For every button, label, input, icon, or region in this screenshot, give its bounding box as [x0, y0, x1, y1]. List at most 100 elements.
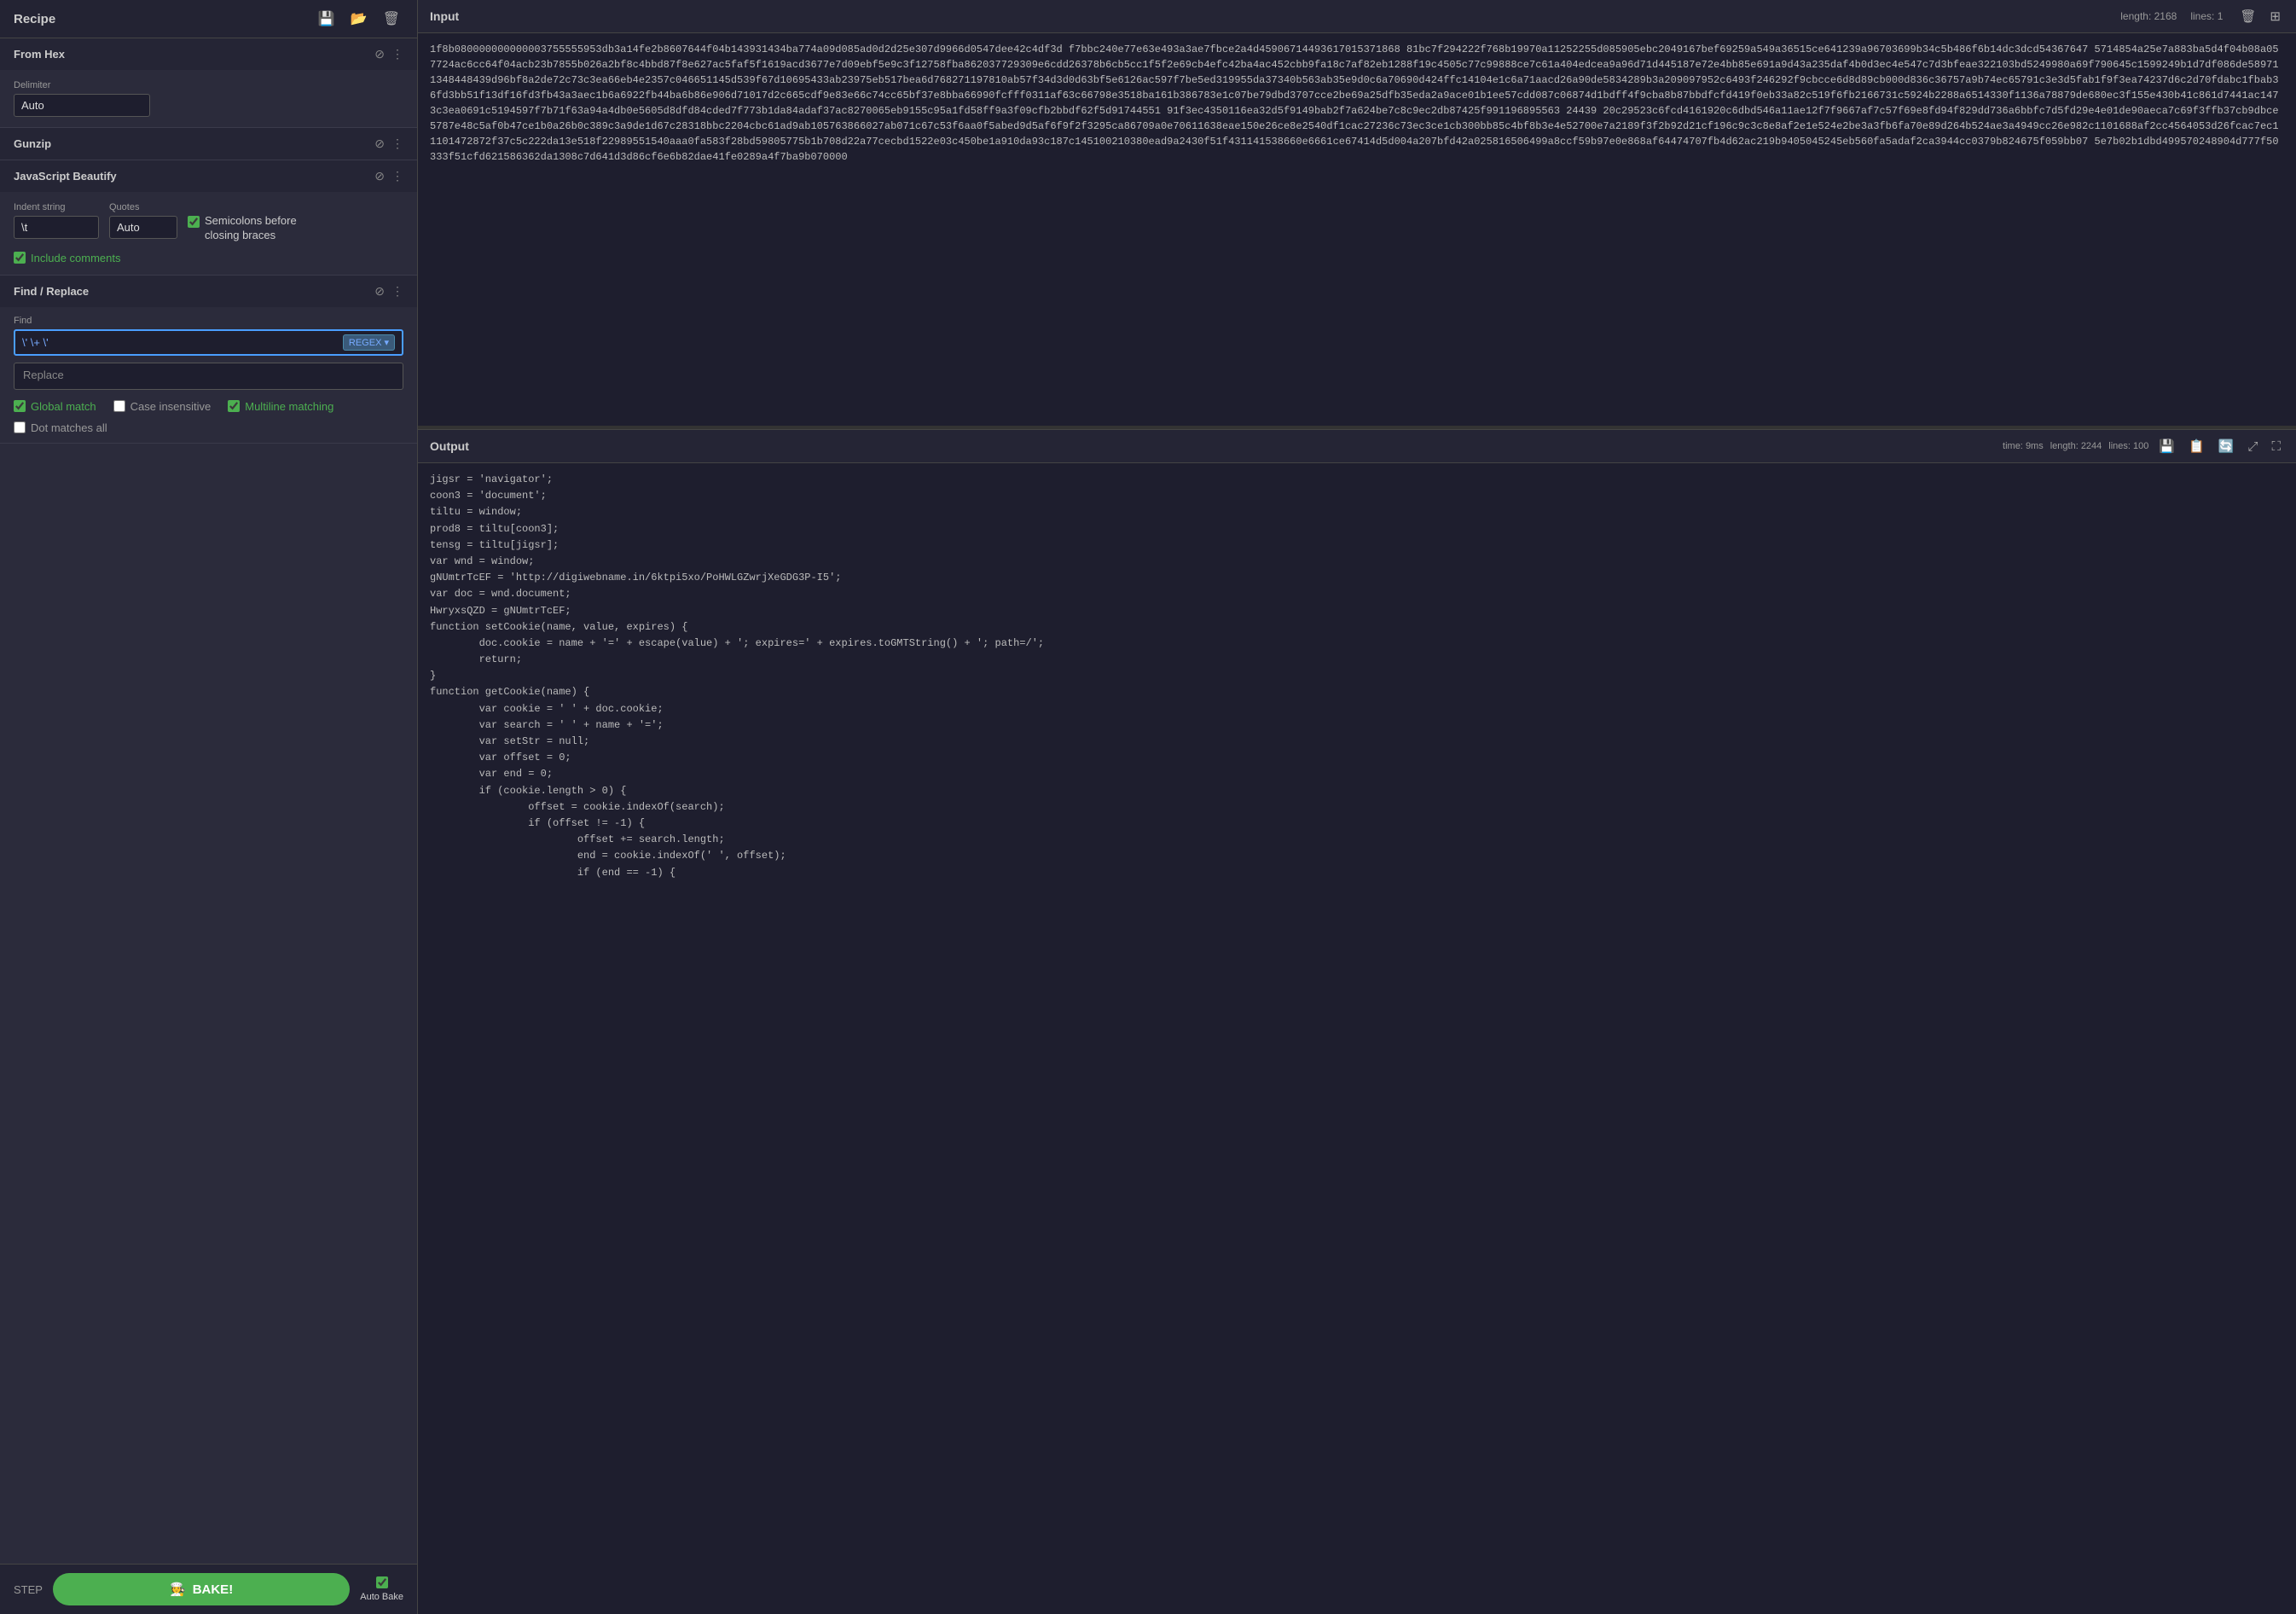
find-replace-menu-icon[interactable]: ⋮: [391, 284, 403, 299]
bake-button[interactable]: 🧑‍🍳 BAKE!: [53, 1573, 350, 1605]
global-match-label: Global match: [31, 400, 96, 413]
output-fullscreen-button[interactable]: ⛶: [2268, 437, 2284, 456]
semicolons-field: Semicolons before closing braces: [188, 202, 403, 243]
gunzip-section: Gunzip ⊘ ⋮: [0, 128, 417, 160]
auto-bake-checkbox[interactable]: [376, 1576, 388, 1588]
bake-label: BAKE!: [193, 1582, 234, 1597]
find-replace-header[interactable]: Find / Replace ⊘ ⋮: [0, 276, 417, 307]
left-panel: Recipe 💾 📂 🗑 From Hex ⊘ ⋮ Delimiter Gunz…: [0, 0, 418, 1614]
gunzip-menu-icon[interactable]: ⋮: [391, 136, 403, 151]
include-comments-label: Include comments: [31, 252, 121, 264]
global-match-checkbox[interactable]: [14, 400, 26, 412]
auto-bake-label: Auto Bake: [360, 1592, 403, 1602]
input-delete-button[interactable]: 🗑: [2236, 7, 2259, 26]
input-header: Input length: 2168 lines: 1 🗑 ⊞: [418, 0, 2296, 33]
find-replace-section: Find / Replace ⊘ ⋮ Find REGEX ▾ Replace …: [0, 276, 417, 444]
find-label: Find: [14, 316, 403, 326]
output-refresh-button[interactable]: 🔄: [2215, 437, 2238, 456]
find-replace-title: Find / Replace: [14, 285, 89, 298]
open-recipe-button[interactable]: 📂: [347, 9, 371, 29]
replace-box[interactable]: Replace: [14, 363, 403, 390]
options-row-2: Dot matches all: [14, 421, 403, 434]
output-copy-button[interactable]: 📋: [2185, 437, 2208, 456]
from-hex-header[interactable]: From Hex ⊘ ⋮: [0, 38, 417, 70]
find-input-row: REGEX ▾: [14, 329, 403, 356]
include-comments-item: Include comments: [14, 252, 403, 264]
disable-find-replace-icon[interactable]: ⊘: [374, 284, 385, 299]
find-replace-content: Find REGEX ▾ Replace Global match Case i…: [0, 307, 417, 443]
js-beautify-icons: ⊘ ⋮: [374, 169, 403, 183]
delete-recipe-button[interactable]: 🗑: [380, 9, 403, 29]
quotes-input[interactable]: [109, 216, 177, 239]
case-insensitive-checkbox[interactable]: [113, 400, 125, 412]
multiline-label: Multiline matching: [245, 400, 333, 413]
delimiter-field: Delimiter: [14, 80, 403, 117]
output-save-button[interactable]: 💾: [2155, 437, 2178, 456]
case-insensitive-item: Case insensitive: [113, 400, 212, 413]
js-beautify-section: JavaScript Beautify ⊘ ⋮ Indent string Qu…: [0, 160, 417, 276]
recipe-title: Recipe: [14, 12, 55, 26]
output-lines: lines: 100: [2108, 441, 2148, 451]
bake-icon: 🧑‍🍳: [170, 1582, 186, 1597]
output-length: length: 2244: [2050, 441, 2102, 451]
output-header: Output time: 9ms length: 2244 lines: 100…: [418, 429, 2296, 463]
output-header-icons: 💾 📋 🔄 ⤢ ⛶: [2155, 437, 2284, 456]
auto-bake-wrap: Auto Bake: [360, 1576, 403, 1602]
save-recipe-button[interactable]: 💾: [315, 9, 339, 29]
recipe-header-icons: 💾 📂 🗑: [315, 9, 403, 29]
recipe-header: Recipe 💾 📂 🗑: [0, 0, 417, 38]
input-area[interactable]: 1f8b080000000000003755555953db3a14fe2b86…: [418, 33, 2296, 426]
footer: STEP 🧑‍🍳 BAKE! Auto Bake: [0, 1564, 417, 1614]
delimiter-input[interactable]: [14, 94, 150, 117]
step-label: STEP: [14, 1583, 43, 1596]
multiline-checkbox[interactable]: [228, 400, 240, 412]
semicolons-checkbox[interactable]: [188, 216, 200, 228]
input-lines-label: lines: 1: [2190, 10, 2223, 22]
input-header-icons: 🗑 ⊞: [2236, 7, 2284, 26]
disable-js-beautify-icon[interactable]: ⊘: [374, 169, 385, 183]
input-length-label: length: 2168: [2120, 10, 2177, 22]
from-hex-icons: ⊘ ⋮: [374, 47, 403, 61]
input-title: Input: [430, 9, 459, 23]
js-beautify-header[interactable]: JavaScript Beautify ⊘ ⋮: [0, 160, 417, 192]
js-beautify-content: Indent string Quotes Semicolons before c…: [0, 192, 417, 275]
from-hex-menu-icon[interactable]: ⋮: [391, 47, 403, 61]
dot-matches-label: Dot matches all: [31, 421, 107, 434]
right-panel: Input length: 2168 lines: 1 🗑 ⊞ 1f8b0800…: [418, 0, 2296, 1614]
delimiter-label: Delimiter: [14, 80, 403, 90]
from-hex-content: Delimiter: [0, 70, 417, 127]
output-expand-button[interactable]: ⤢: [2244, 437, 2261, 456]
case-insensitive-label: Case insensitive: [130, 400, 212, 413]
include-comments-row: Include comments: [14, 252, 403, 264]
include-comments-checkbox[interactable]: [14, 252, 26, 264]
dot-matches-item: Dot matches all: [14, 421, 107, 434]
input-meta: length: 2168 lines: 1 🗑 ⊞: [2120, 7, 2284, 26]
input-grid-button[interactable]: ⊞: [2266, 7, 2284, 26]
beautify-options-row: Indent string Quotes Semicolons before c…: [14, 202, 403, 243]
regex-badge[interactable]: REGEX ▾: [343, 334, 395, 351]
options-row-1: Global match Case insensitive Multiline …: [14, 400, 403, 413]
output-area[interactable]: jigsr = 'navigator'; coon3 = 'document';…: [418, 463, 2296, 1614]
disable-gunzip-icon[interactable]: ⊘: [374, 136, 385, 151]
from-hex-title: From Hex: [14, 48, 65, 61]
indent-string-input[interactable]: [14, 216, 99, 239]
gunzip-icons: ⊘ ⋮: [374, 136, 403, 151]
js-beautify-title: JavaScript Beautify: [14, 170, 117, 183]
gunzip-header[interactable]: Gunzip ⊘ ⋮: [0, 128, 417, 160]
output-title: Output: [430, 439, 469, 453]
global-match-item: Global match: [14, 400, 96, 413]
quotes-label: Quotes: [109, 202, 177, 212]
dot-matches-checkbox[interactable]: [14, 421, 26, 433]
output-time: time: 9ms: [2003, 441, 2044, 451]
find-input[interactable]: [22, 336, 336, 349]
find-replace-icons: ⊘ ⋮: [374, 284, 403, 299]
output-meta: time: 9ms length: 2244 lines: 100 💾 📋 🔄 …: [2003, 437, 2284, 456]
js-beautify-menu-icon[interactable]: ⋮: [391, 169, 403, 183]
gunzip-title: Gunzip: [14, 137, 51, 150]
replace-label: Replace: [23, 369, 64, 381]
quotes-field: Quotes: [109, 202, 177, 239]
semicolons-label: Semicolons before closing braces: [205, 214, 316, 243]
indent-string-label: Indent string: [14, 202, 99, 212]
spacer: [0, 444, 417, 1564]
disable-from-hex-icon[interactable]: ⊘: [374, 47, 385, 61]
